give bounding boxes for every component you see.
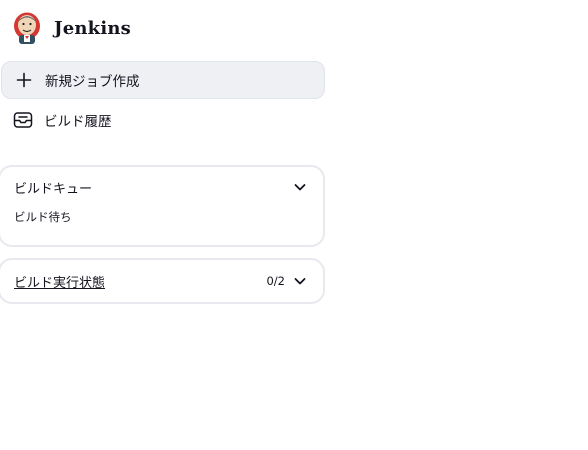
executors-title-link[interactable]: ビルド実行状態 xyxy=(14,272,266,291)
executors-header[interactable]: ビルド実行状態 0/2 xyxy=(0,260,323,302)
plus-icon xyxy=(14,70,34,90)
chevron-down-icon[interactable] xyxy=(293,180,307,194)
executors-card: ビルド実行状態 0/2 xyxy=(0,258,325,304)
jenkins-logo[interactable] xyxy=(12,11,42,45)
chevron-down-icon[interactable] xyxy=(293,274,307,288)
nav-item-label: 新規ジョブ作成 xyxy=(45,74,140,90)
nav-item-label: ビルド履歴 xyxy=(44,114,112,130)
nav-item-new-job[interactable]: 新規ジョブ作成 xyxy=(1,61,325,99)
brand-name[interactable]: Jenkins xyxy=(54,18,131,39)
build-queue-header[interactable]: ビルドキュー xyxy=(0,167,323,207)
executors-count: 0/2 xyxy=(266,274,285,288)
header: Jenkins xyxy=(12,10,131,46)
build-queue-title: ビルドキュー xyxy=(14,181,93,197)
build-queue-card: ビルドキュー ビルド待ち xyxy=(0,165,325,247)
inbox-icon xyxy=(13,110,33,130)
build-queue-empty-text: ビルド待ち xyxy=(14,210,72,224)
nav-item-build-history[interactable]: ビルド履歴 xyxy=(1,101,325,139)
